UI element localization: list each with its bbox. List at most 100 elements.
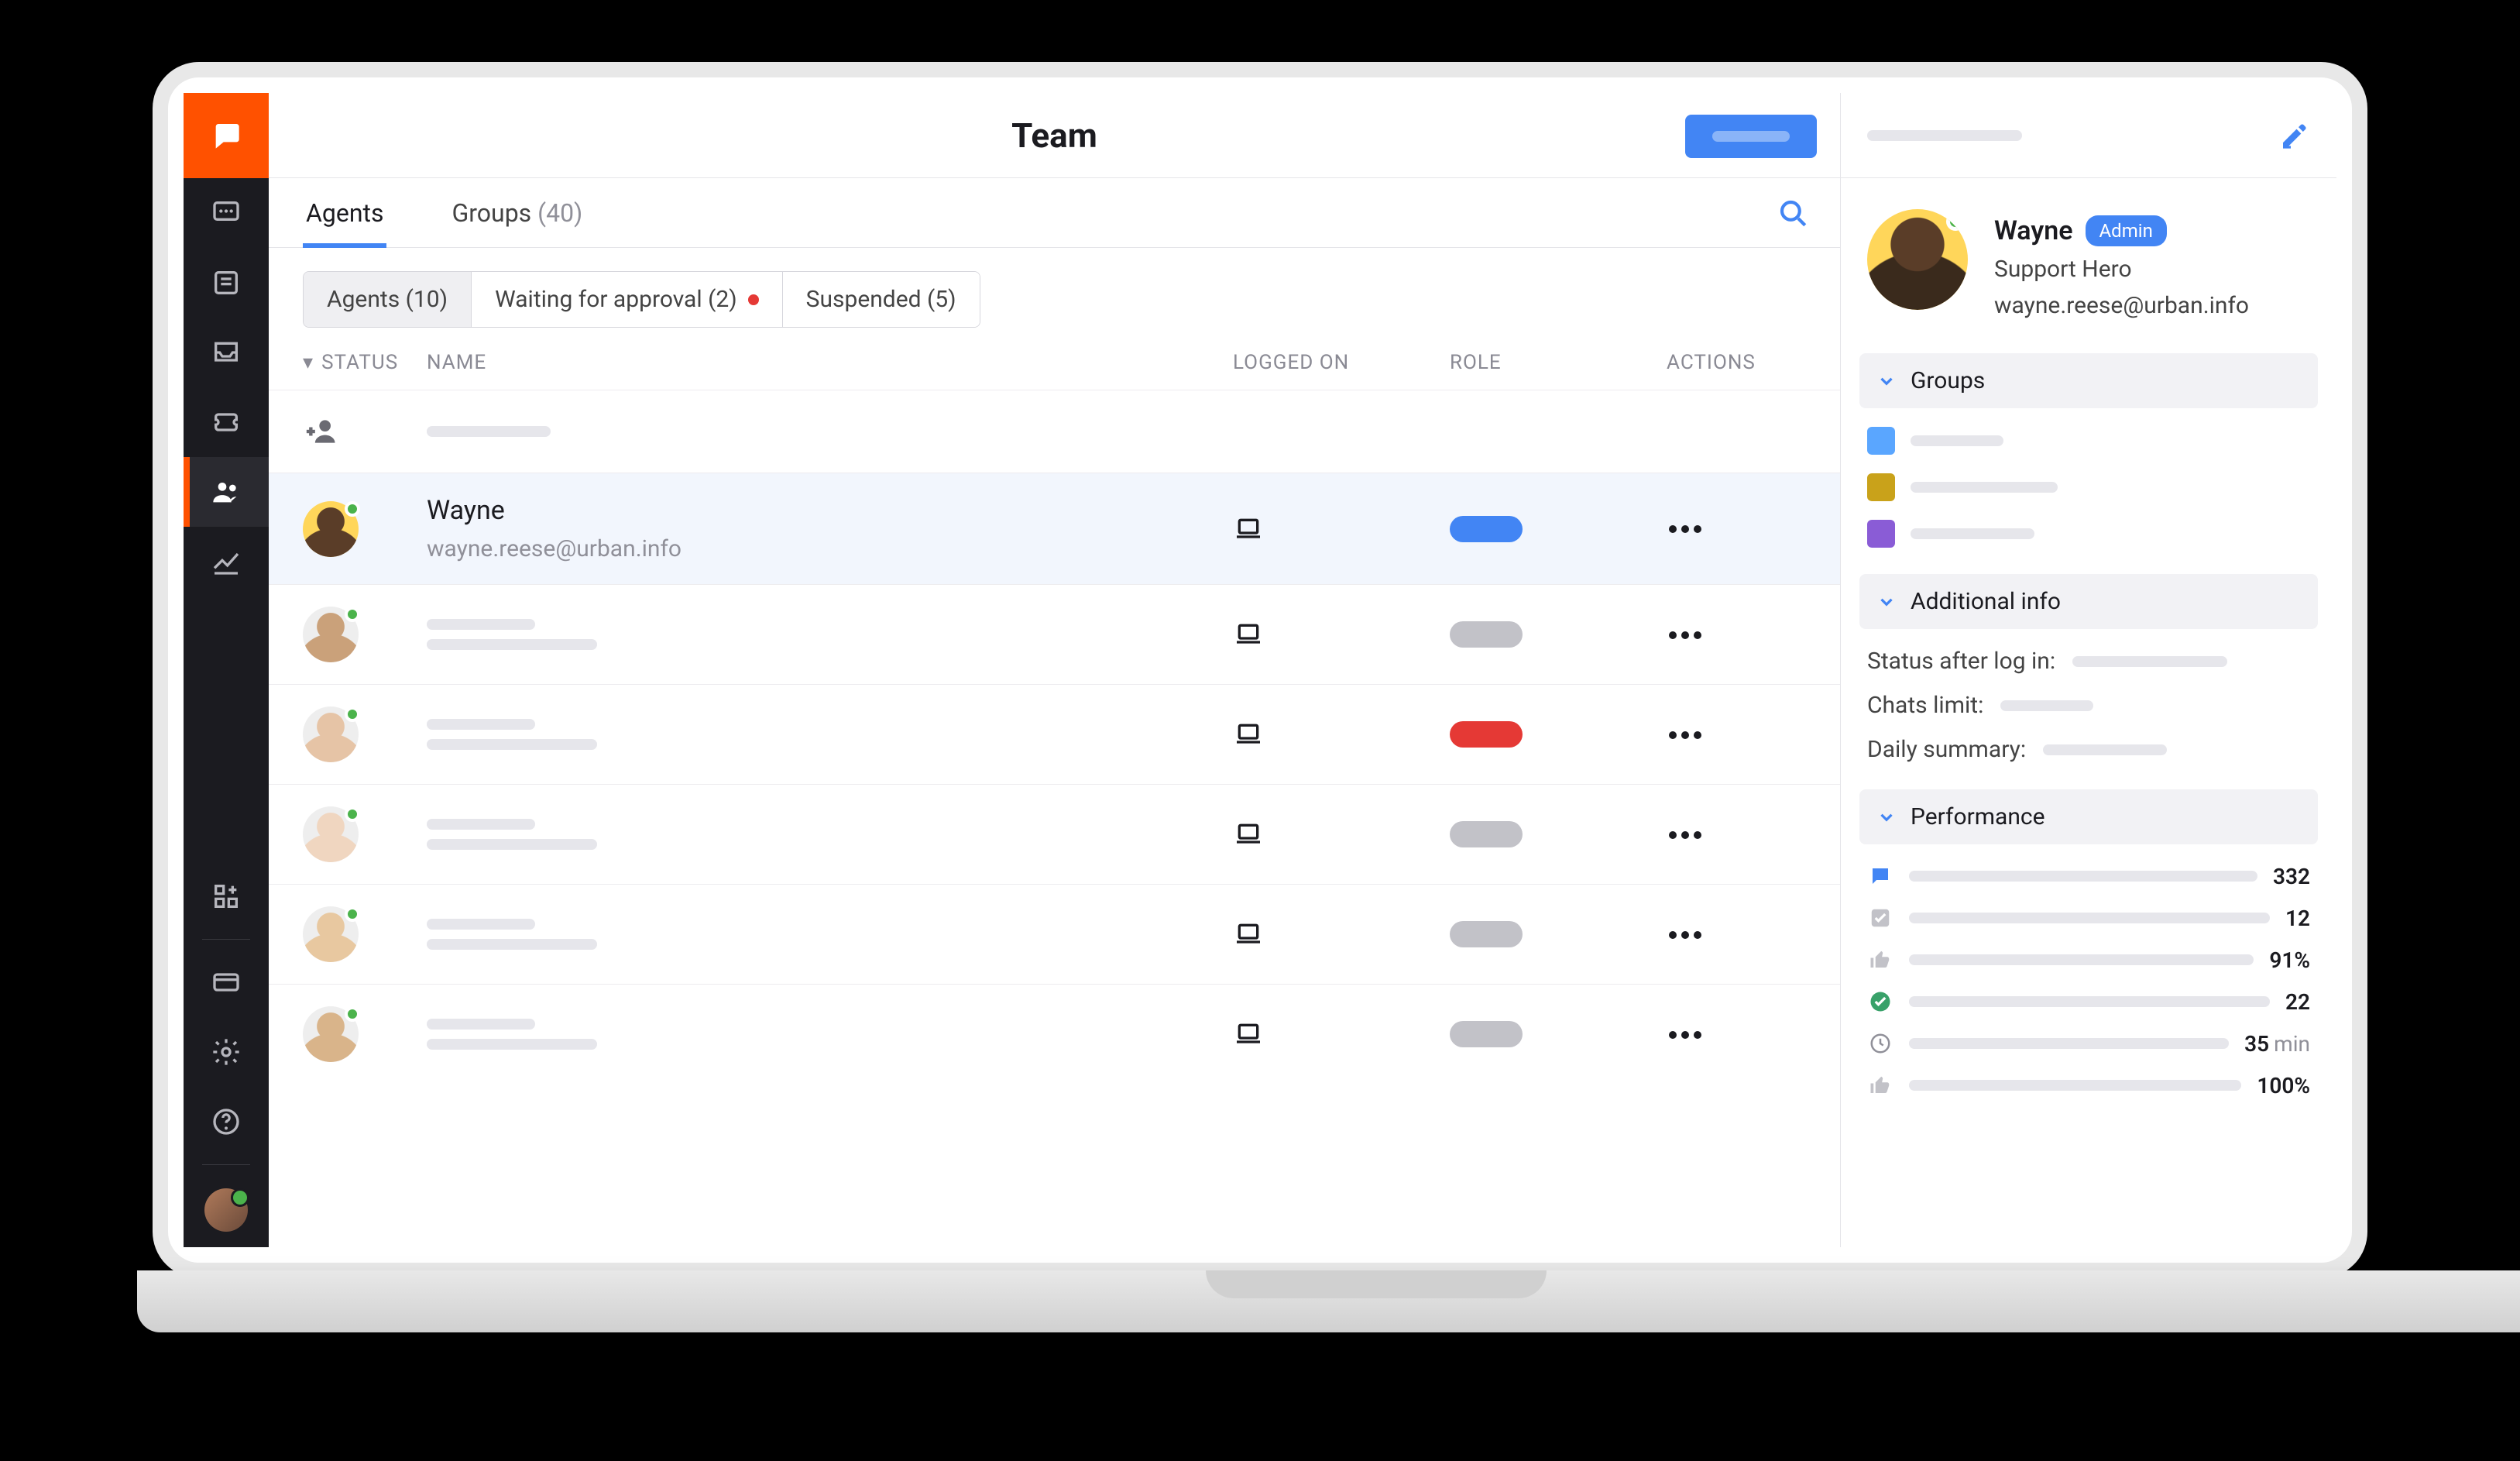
info-chats-limit: Chats limit:: [1867, 692, 2310, 719]
agent-avatar: [303, 1006, 359, 1062]
role-badge: Admin: [2086, 215, 2167, 246]
agent-avatar: [303, 806, 359, 862]
logo[interactable]: [184, 93, 269, 178]
presence-dot-icon: [345, 501, 360, 517]
nav-tickets[interactable]: [184, 248, 269, 318]
agent-name-cell: [427, 719, 1233, 750]
logged-on-cell: [1233, 819, 1450, 850]
table-row[interactable]: [269, 684, 1840, 784]
role-cell: [1450, 721, 1667, 748]
role-cell: [1450, 516, 1667, 542]
primary-action-button[interactable]: [1685, 115, 1817, 158]
thumb-icon: [1867, 947, 1893, 973]
role-cell: [1450, 1021, 1667, 1047]
section-groups[interactable]: Groups: [1859, 353, 2318, 408]
nav-chats[interactable]: [184, 178, 269, 248]
nav-billing[interactable]: [184, 947, 269, 1017]
add-agent-icon[interactable]: [303, 412, 342, 451]
role-cell: [1450, 621, 1667, 648]
search-button[interactable]: [1777, 197, 1809, 229]
col-logged[interactable]: LOGGED ON: [1233, 351, 1450, 374]
info-status-after-login: Status after log in:: [1867, 648, 2310, 675]
chat-bubble-icon: [211, 198, 242, 229]
search-icon: [1777, 197, 1809, 229]
tab-agents[interactable]: Agents: [303, 178, 386, 248]
chat-logo-icon: [211, 120, 242, 151]
laptop-icon: [1233, 819, 1264, 850]
row-actions-button[interactable]: [1667, 521, 1704, 536]
nav-team[interactable]: [184, 457, 269, 527]
presence-dot-icon: [345, 806, 360, 822]
logged-on-cell: [1233, 1019, 1450, 1050]
row-actions-button[interactable]: [1667, 727, 1704, 742]
presence-dot-icon: [345, 607, 360, 622]
chart-icon: [211, 546, 242, 577]
section-performance[interactable]: Performance: [1859, 789, 2318, 844]
perf-value: 100%: [2257, 1073, 2310, 1098]
inbox-icon: [211, 337, 242, 368]
group-row[interactable]: [1867, 427, 2310, 455]
self-avatar[interactable]: [204, 1188, 248, 1232]
group-row[interactable]: [1867, 520, 2310, 548]
chevron-down-icon: [1876, 592, 1897, 612]
seg-agents[interactable]: Agents (10): [304, 272, 472, 327]
col-status[interactable]: ▾ STATUS: [303, 351, 427, 374]
perf-row: 22: [1867, 988, 2310, 1015]
apps-icon: [211, 881, 242, 912]
laptop-icon: [1233, 919, 1264, 950]
profile-avatar: [1867, 209, 1968, 310]
col-role[interactable]: ROLE: [1450, 351, 1667, 374]
row-actions-button[interactable]: [1667, 627, 1704, 642]
logged-on-cell: [1233, 619, 1450, 650]
laptop-icon: [1233, 514, 1264, 545]
nav-tickets2[interactable]: [184, 387, 269, 457]
table-row[interactable]: [269, 884, 1840, 984]
perf-row: 91%: [1867, 947, 2310, 973]
section-additional[interactable]: Additional info: [1859, 574, 2318, 629]
group-color-swatch: [1867, 473, 1895, 501]
tab-groups[interactable]: Groups (40): [448, 178, 585, 248]
group-row[interactable]: [1867, 473, 2310, 501]
row-actions-button[interactable]: [1667, 1027, 1704, 1042]
nav-apps[interactable]: [184, 861, 269, 931]
logged-on-cell: [1233, 514, 1450, 545]
tab-agents-label: Agents: [306, 198, 383, 228]
detail-title-placeholder: [1867, 130, 2022, 141]
perf-row: 100%: [1867, 1072, 2310, 1098]
row-actions-button[interactable]: [1667, 927, 1704, 942]
table-row[interactable]: [269, 584, 1840, 684]
presence-dot-icon: [345, 706, 360, 722]
perf-row: 332: [1867, 863, 2310, 889]
seg-suspended[interactable]: Suspended (5): [783, 272, 980, 327]
edit-button[interactable]: [2279, 120, 2310, 151]
nav-settings[interactable]: [184, 1017, 269, 1087]
col-name[interactable]: NAME: [427, 351, 1233, 374]
logged-on-cell: [1233, 719, 1450, 750]
table-row[interactable]: Waynewayne.reese@urban.info: [269, 473, 1840, 584]
nav-help[interactable]: [184, 1087, 269, 1157]
side-nav: [184, 93, 269, 1247]
row-actions-button[interactable]: [1667, 827, 1704, 842]
agent-avatar: [303, 607, 359, 662]
nav-archive[interactable]: [184, 318, 269, 387]
team-icon: [211, 476, 242, 507]
check-icon: [1867, 905, 1893, 931]
agent-name-cell: [427, 1019, 1233, 1050]
seg-waiting[interactable]: Waiting for approval (2): [472, 272, 783, 327]
nav-reports[interactable]: [184, 527, 269, 596]
presence-dot-icon: [345, 1006, 360, 1022]
table-row[interactable]: [269, 390, 1840, 473]
profile-name: Wayne: [1994, 215, 2073, 246]
laptop-icon: [1233, 719, 1264, 750]
tab-groups-label: Groups: [451, 198, 531, 228]
list-icon: [211, 267, 242, 298]
ok-icon: [1867, 988, 1893, 1015]
page-header: Team: [269, 93, 1840, 178]
clock-icon: [1867, 1030, 1893, 1057]
table-row[interactable]: [269, 984, 1840, 1084]
alert-dot-icon: [748, 294, 759, 305]
table-row[interactable]: [269, 784, 1840, 884]
perf-value: 22: [2285, 989, 2310, 1015]
col-actions[interactable]: ACTIONS: [1667, 351, 1806, 374]
perf-value: 91%: [2269, 947, 2310, 973]
